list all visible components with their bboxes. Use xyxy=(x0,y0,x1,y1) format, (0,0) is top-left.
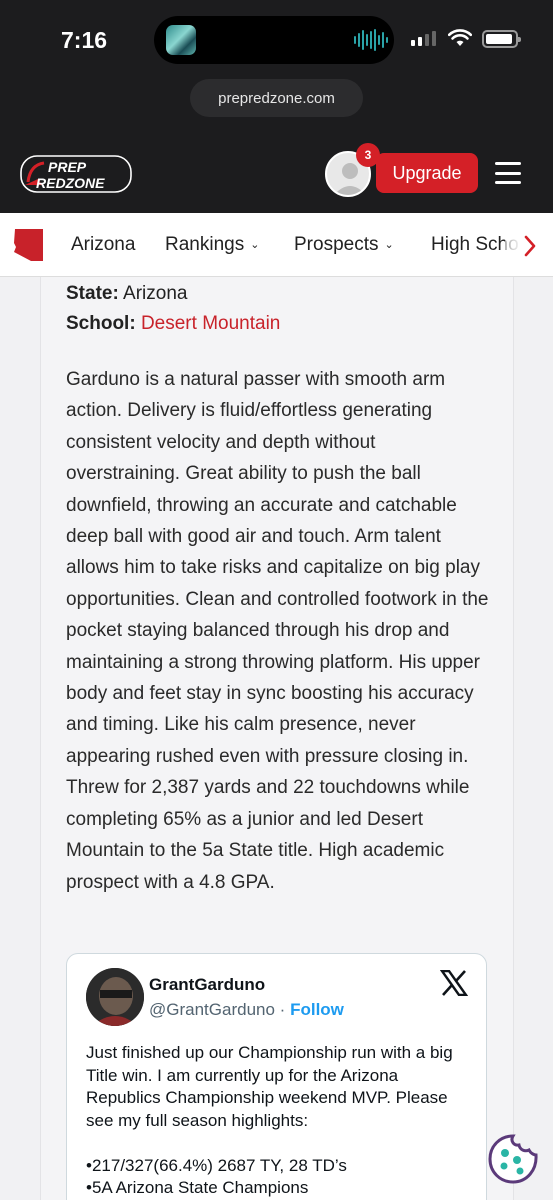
chevron-down-icon: ⌄ xyxy=(250,239,260,251)
state-value: Arizona xyxy=(123,283,188,304)
cellular-signal-icon xyxy=(411,31,436,46)
tweet-display-name[interactable]: GrantGarduno xyxy=(149,975,265,995)
wifi-icon xyxy=(448,29,472,46)
school-link[interactable]: Desert Mountain xyxy=(141,313,280,334)
menu-icon[interactable] xyxy=(495,162,521,184)
tweet-handle-row: @GrantGarduno · Follow xyxy=(149,1000,344,1019)
nav-item-arizona[interactable]: Arizona xyxy=(71,234,135,256)
cookie-settings-icon[interactable] xyxy=(487,1133,539,1185)
logo-text-top: PREP xyxy=(48,159,87,175)
tweet-text: Just finished up our Championship run wi… xyxy=(86,1042,476,1200)
app-header: 7:16 prepredzone.com PREP REDZONE 3 Upgr… xyxy=(0,0,553,213)
state-row: State: Arizona xyxy=(66,283,188,304)
chevron-right-icon[interactable] xyxy=(523,234,537,258)
school-row: School: Desert Mountain xyxy=(66,313,281,334)
prep-redzone-logo[interactable]: PREP REDZONE xyxy=(20,155,132,193)
embedded-tweet[interactable]: GrantGarduno @GrantGarduno · Follow Just… xyxy=(66,953,487,1200)
logo-text-bottom: REDZONE xyxy=(36,175,105,191)
audio-waveform-icon xyxy=(354,29,388,51)
arizona-state-icon[interactable] xyxy=(12,227,46,263)
status-time: 7:16 xyxy=(61,27,108,53)
dynamic-island[interactable] xyxy=(154,16,394,64)
nav-item-rankings[interactable]: Rankings ⌄ xyxy=(165,234,259,256)
tweet-stat-line: •5A Arizona State Champions xyxy=(86,1178,309,1197)
url-bar[interactable]: prepredzone.com xyxy=(190,79,363,117)
x-logo-icon[interactable] xyxy=(440,970,468,996)
follow-button[interactable]: Follow xyxy=(290,1000,344,1019)
now-playing-artwork xyxy=(166,25,196,55)
chevron-down-icon: ⌄ xyxy=(384,239,394,251)
section-nav: Arizona Rankings ⌄ Prospects ⌄ High Scho xyxy=(0,213,553,277)
tweet-handle[interactable]: @GrantGarduno xyxy=(149,1000,275,1019)
tweet-author-avatar[interactable] xyxy=(86,968,144,1026)
nav-item-prospects[interactable]: Prospects ⌄ xyxy=(294,234,394,256)
scouting-report: Garduno is a natural passer with smooth … xyxy=(66,369,489,893)
tweet-stat-line: •217/327(66.4%) 2687 TY, 28 TD’s xyxy=(86,1155,347,1175)
upgrade-button[interactable]: Upgrade xyxy=(376,153,478,193)
tweet-paragraph: Just finished up our Championship run wi… xyxy=(86,1043,453,1130)
player-photo xyxy=(86,968,144,1026)
battery-icon xyxy=(482,30,521,48)
